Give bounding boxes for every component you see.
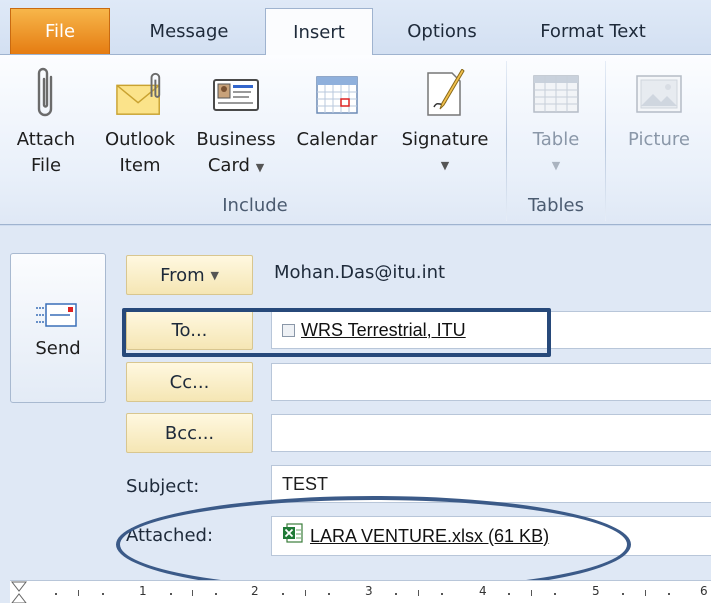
- ruler-dot: [508, 593, 510, 595]
- ruler-tick: [645, 590, 646, 596]
- calendar-label: Calendar: [296, 129, 378, 150]
- bcc-field[interactable]: [271, 414, 711, 452]
- send-envelope-icon: [36, 298, 80, 332]
- outlook-item-button[interactable]: Outlook Item: [94, 65, 186, 185]
- business-card-label-2-text: Card: [207, 155, 250, 176]
- ruler-tick: [531, 590, 532, 596]
- group-label-include: Include: [222, 195, 288, 216]
- cc-button[interactable]: Cc...: [126, 362, 253, 402]
- ruler-dot: [215, 593, 217, 595]
- excel-file-icon: [282, 522, 304, 549]
- attach-file-button[interactable]: Attach File: [10, 65, 82, 185]
- to-field[interactable]: WRS Terrestrial, ITU: [271, 311, 711, 349]
- from-label: From: [160, 264, 205, 286]
- tab-format-text[interactable]: Format Text: [518, 8, 668, 54]
- chevron-down-icon: ▼: [210, 268, 219, 282]
- ruler-dot: [441, 593, 443, 595]
- ruler-dot: [554, 593, 556, 595]
- attached-label: Attached:: [126, 525, 214, 546]
- ruler-dot: [328, 593, 330, 595]
- chevron-down-icon: ▼: [255, 161, 265, 174]
- group-separator: [506, 61, 507, 221]
- signature-button[interactable]: Signature ▼: [390, 65, 500, 185]
- bcc-button[interactable]: Bcc...: [126, 413, 253, 453]
- ruler: 1 2 3 4 5 6: [10, 580, 711, 603]
- contact-status-icon: [282, 323, 295, 337]
- message-header-area: Send From ▼ Mohan.Das@itu.int To... WRS …: [0, 226, 711, 603]
- signature-icon: [420, 65, 470, 123]
- to-recipient[interactable]: WRS Terrestrial, ITU: [301, 320, 466, 341]
- ruler-tick: [418, 590, 419, 596]
- ruler-dot: [282, 593, 284, 595]
- ruler-dot: [102, 593, 104, 595]
- from-address: Mohan.Das@itu.int: [274, 262, 446, 283]
- ruler-dot: [55, 593, 57, 595]
- table-icon: [531, 65, 581, 123]
- ruler-dot: [668, 593, 670, 595]
- outlook-item-label-1: Outlook: [104, 129, 176, 150]
- envelope-clip-icon: [115, 65, 165, 123]
- calendar-icon: [312, 65, 362, 123]
- tab-message[interactable]: Message: [128, 8, 250, 54]
- tab-file[interactable]: File: [10, 8, 110, 54]
- signature-label: Signature: [401, 129, 489, 150]
- chevron-down-icon: ▼: [440, 159, 450, 172]
- business-card-button[interactable]: Business Card ▼: [190, 65, 282, 185]
- ruler-number: 2: [251, 584, 259, 598]
- cc-field[interactable]: [271, 363, 711, 401]
- table-label: Table: [532, 129, 580, 150]
- subject-value: TEST: [282, 473, 329, 494]
- ruler-dot: [170, 593, 172, 595]
- paperclip-icon: [21, 65, 71, 123]
- ribbon-tab-bar: File Message Insert Options Format Text: [0, 0, 711, 55]
- attachment-link[interactable]: LARA VENTURE.xlsx (61 KB): [310, 526, 549, 547]
- business-card-label-2: Card ▼: [208, 153, 264, 181]
- chevron-down-icon: ▼: [551, 159, 561, 172]
- send-label: Send: [35, 337, 81, 359]
- picture-button[interactable]: Picture: [616, 65, 702, 185]
- ruler-dot: [622, 593, 624, 595]
- attach-file-label-1: Attach: [16, 129, 76, 150]
- outlook-item-label-2: Item: [119, 155, 161, 176]
- ruler-number: 4: [479, 584, 487, 598]
- indent-marker-icon[interactable]: [10, 581, 28, 603]
- picture-label: Picture: [628, 129, 690, 150]
- ruler-tick: [192, 590, 193, 596]
- attach-file-label-2: File: [30, 155, 62, 176]
- tab-insert[interactable]: Insert: [265, 8, 373, 55]
- attachment-field: LARA VENTURE.xlsx (61 KB): [271, 516, 711, 556]
- send-button[interactable]: Send: [10, 253, 106, 403]
- business-card-icon: [211, 65, 261, 123]
- business-card-label-1: Business: [196, 129, 276, 150]
- picture-icon: [634, 65, 684, 123]
- ruler-number: 3: [365, 584, 373, 598]
- calendar-button[interactable]: Calendar: [287, 65, 387, 185]
- ribbon-insert: Attach File Outlook Item Business Card ▼…: [0, 54, 711, 225]
- to-button[interactable]: To...: [126, 310, 253, 350]
- from-button[interactable]: From ▼: [126, 255, 253, 295]
- subject-field[interactable]: TEST: [271, 465, 711, 503]
- group-separator: [605, 61, 606, 221]
- table-button[interactable]: Table ▼: [520, 65, 592, 185]
- ruler-number: 5: [592, 584, 600, 598]
- tab-options[interactable]: Options: [388, 8, 496, 54]
- ruler-tick: [78, 590, 79, 596]
- ruler-dot: [395, 593, 397, 595]
- group-label-tables: Tables: [528, 195, 584, 216]
- ruler-tick: [305, 590, 306, 596]
- subject-label: Subject:: [126, 476, 200, 497]
- ruler-number: 1: [139, 584, 147, 598]
- ruler-number: 6: [700, 584, 708, 598]
